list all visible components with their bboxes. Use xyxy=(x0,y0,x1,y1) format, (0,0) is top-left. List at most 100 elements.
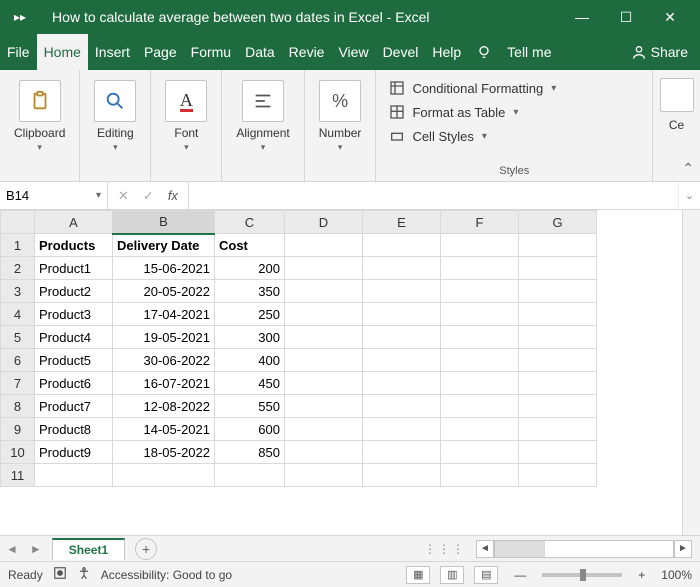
column-header-C[interactable]: C xyxy=(215,211,285,234)
row-header-11[interactable]: 11 xyxy=(1,464,35,487)
cell-D3[interactable] xyxy=(285,280,363,303)
row-header-3[interactable]: 3 xyxy=(1,280,35,303)
cell-B3[interactable]: 20-05-2022 xyxy=(113,280,215,303)
cell-E1[interactable] xyxy=(363,234,441,257)
maximize-button[interactable]: ☐ xyxy=(604,9,648,26)
cell-F6[interactable] xyxy=(441,349,519,372)
row-header-5[interactable]: 5 xyxy=(1,326,35,349)
cells-icon[interactable] xyxy=(660,78,694,112)
cell-D2[interactable] xyxy=(285,257,363,280)
tab-home[interactable]: Home xyxy=(37,34,88,70)
cell-B8[interactable]: 12-08-2022 xyxy=(113,395,215,418)
row-header-2[interactable]: 2 xyxy=(1,257,35,280)
cell-D11[interactable] xyxy=(285,464,363,487)
cell-E7[interactable] xyxy=(363,372,441,395)
expand-formula-bar-button[interactable]: ⌄ xyxy=(678,182,700,209)
cell-G8[interactable] xyxy=(519,395,597,418)
cell-B9[interactable]: 14-05-2021 xyxy=(113,418,215,441)
cell-C8[interactable]: 550 xyxy=(215,395,285,418)
new-sheet-button[interactable]: + xyxy=(135,538,157,560)
cell-A8[interactable]: Product7 xyxy=(35,395,113,418)
spreadsheet-grid[interactable]: ABCDEFG1ProductsDelivery DateCost2Produc… xyxy=(0,210,597,487)
quick-access-more-icon[interactable]: ▸▸ xyxy=(8,10,32,24)
cell-C3[interactable]: 350 xyxy=(215,280,285,303)
cell-B4[interactable]: 17-04-2021 xyxy=(113,303,215,326)
cell-E9[interactable] xyxy=(363,418,441,441)
cell-D7[interactable] xyxy=(285,372,363,395)
accessibility-status[interactable]: Accessibility: Good to go xyxy=(101,568,232,582)
cell-G9[interactable] xyxy=(519,418,597,441)
row-header-10[interactable]: 10 xyxy=(1,441,35,464)
cell-D1[interactable] xyxy=(285,234,363,257)
cell-A1[interactable]: Products xyxy=(35,234,113,257)
minimize-button[interactable]: — xyxy=(560,9,604,25)
hscroll-right-icon[interactable]: ► xyxy=(674,540,692,558)
number-button[interactable]: % Number ▾ xyxy=(309,76,372,157)
view-normal-button[interactable]: ▦ xyxy=(406,566,430,584)
cell-F8[interactable] xyxy=(441,395,519,418)
sheet-tab-sheet1[interactable]: Sheet1 xyxy=(52,538,125,560)
cell-D5[interactable] xyxy=(285,326,363,349)
view-page-layout-button[interactable]: ▥ xyxy=(440,566,464,584)
vertical-scrollbar[interactable] xyxy=(682,210,700,535)
enter-formula-icon[interactable]: ✓ xyxy=(143,188,154,204)
sheet-nav-prev-icon[interactable]: ◄ xyxy=(0,542,24,556)
tab-view[interactable]: View xyxy=(331,34,375,70)
tab-help[interactable]: Help xyxy=(425,34,468,70)
cell-F5[interactable] xyxy=(441,326,519,349)
cell-B6[interactable]: 30-06-2022 xyxy=(113,349,215,372)
cell-G11[interactable] xyxy=(519,464,597,487)
cell-D9[interactable] xyxy=(285,418,363,441)
fx-icon[interactable]: fx xyxy=(168,188,178,203)
tab-data[interactable]: Data xyxy=(238,34,282,70)
cell-styles-button[interactable]: Cell Styles ▾ xyxy=(386,124,642,148)
cancel-formula-icon[interactable]: ✕ xyxy=(118,188,129,204)
select-all-corner[interactable] xyxy=(1,211,35,234)
column-header-A[interactable]: A xyxy=(35,211,113,234)
cell-A11[interactable] xyxy=(35,464,113,487)
cell-F4[interactable] xyxy=(441,303,519,326)
cell-G10[interactable] xyxy=(519,441,597,464)
row-header-9[interactable]: 9 xyxy=(1,418,35,441)
cell-D8[interactable] xyxy=(285,395,363,418)
column-header-B[interactable]: B xyxy=(113,211,215,234)
tab-split-handle[interactable]: ⋮⋮⋮ xyxy=(424,542,466,556)
cell-B1[interactable]: Delivery Date xyxy=(113,234,215,257)
cell-E10[interactable] xyxy=(363,441,441,464)
cell-B2[interactable]: 15-06-2021 xyxy=(113,257,215,280)
cell-C11[interactable] xyxy=(215,464,285,487)
hscroll-track[interactable] xyxy=(494,540,674,558)
cell-D10[interactable] xyxy=(285,441,363,464)
sheet-nav-next-icon[interactable]: ► xyxy=(24,542,48,556)
cell-A3[interactable]: Product2 xyxy=(35,280,113,303)
cell-G1[interactable] xyxy=(519,234,597,257)
cell-F7[interactable] xyxy=(441,372,519,395)
cell-F3[interactable] xyxy=(441,280,519,303)
horizontal-scrollbar[interactable]: ◄ ► xyxy=(476,540,692,558)
cell-A7[interactable]: Product6 xyxy=(35,372,113,395)
tab-developer[interactable]: Devel xyxy=(376,34,426,70)
zoom-level[interactable]: 100% xyxy=(661,568,692,582)
cell-D6[interactable] xyxy=(285,349,363,372)
alignment-button[interactable]: Alignment ▾ xyxy=(226,76,299,157)
row-header-1[interactable]: 1 xyxy=(1,234,35,257)
name-box-dropdown-icon[interactable]: ▾ xyxy=(96,190,101,201)
format-as-table-button[interactable]: Format as Table ▾ xyxy=(386,100,642,124)
name-box-input[interactable] xyxy=(6,188,76,203)
zoom-out-button[interactable]: — xyxy=(508,568,532,582)
name-box[interactable]: ▾ xyxy=(0,182,108,209)
column-header-F[interactable]: F xyxy=(441,211,519,234)
cell-C5[interactable]: 300 xyxy=(215,326,285,349)
hscroll-left-icon[interactable]: ◄ xyxy=(476,540,494,558)
cell-G5[interactable] xyxy=(519,326,597,349)
column-header-D[interactable]: D xyxy=(285,211,363,234)
cell-A5[interactable]: Product4 xyxy=(35,326,113,349)
hscroll-thumb[interactable] xyxy=(495,541,545,557)
cell-A9[interactable]: Product8 xyxy=(35,418,113,441)
cell-C6[interactable]: 400 xyxy=(215,349,285,372)
zoom-in-button[interactable]: + xyxy=(632,568,651,582)
row-header-8[interactable]: 8 xyxy=(1,395,35,418)
cell-E2[interactable] xyxy=(363,257,441,280)
font-button[interactable]: A Font ▾ xyxy=(155,76,217,157)
cell-F10[interactable] xyxy=(441,441,519,464)
